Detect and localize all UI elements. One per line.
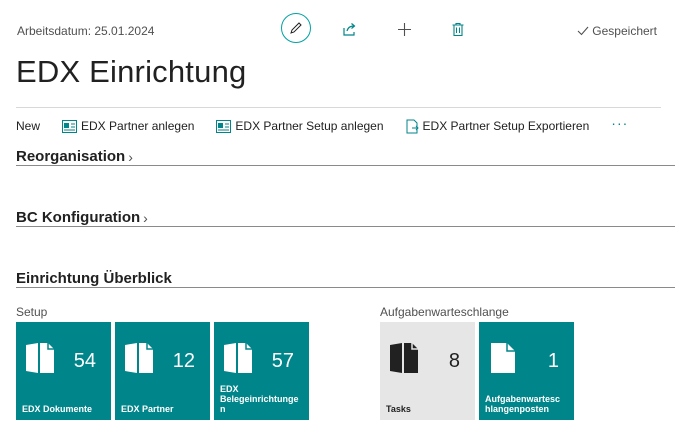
section-einrichtung-ueberblick-title: Einrichtung Überblick bbox=[16, 270, 172, 287]
partner-anlegen-label: EDX Partner anlegen bbox=[81, 119, 195, 133]
work-date[interactable]: Arbeitsdatum: 25.01.2024 bbox=[17, 24, 154, 38]
delete-button[interactable] bbox=[447, 18, 469, 40]
section-reorganisation[interactable]: Reorganisation › bbox=[16, 143, 675, 166]
document-icon bbox=[491, 343, 515, 373]
new-card-icon bbox=[62, 119, 78, 133]
add-button[interactable] bbox=[393, 18, 415, 40]
section-bc-konfiguration-title: BC Konfiguration bbox=[16, 209, 141, 226]
documents-icon bbox=[26, 343, 54, 373]
edit-button[interactable] bbox=[281, 13, 311, 43]
partner-setup-anlegen-action[interactable]: EDX Partner Setup anlegen bbox=[216, 119, 384, 133]
share-icon bbox=[342, 22, 355, 36]
group-setup-label: Setup bbox=[16, 305, 48, 319]
new-action[interactable]: New bbox=[16, 119, 40, 133]
tile-label: Tasks bbox=[386, 404, 411, 414]
tile-value: 54 bbox=[73, 350, 96, 372]
pencil-icon bbox=[290, 22, 302, 34]
tile-edx-dokumente[interactable]: 54 EDX Dokumente bbox=[16, 322, 111, 420]
tile-tasks[interactable]: 8 Tasks bbox=[380, 322, 475, 420]
section-einrichtung-ueberblick[interactable]: Einrichtung Überblick bbox=[16, 265, 675, 288]
page-title: EDX Einrichtung bbox=[16, 54, 247, 89]
checkmark-icon bbox=[577, 26, 589, 36]
save-status: Gespeichert bbox=[577, 24, 657, 38]
tile-label: EDX Dokumente bbox=[22, 404, 93, 414]
action-bar: New EDX Partner anlegen EDX Partner Setu… bbox=[16, 107, 661, 144]
documents-icon bbox=[224, 343, 252, 373]
tile-label: EDX Belegeinrichtunge n bbox=[220, 384, 299, 414]
documents-icon bbox=[390, 343, 418, 373]
tile-label: Aufgabenwartesc hlangenposten bbox=[485, 394, 561, 414]
tile-edx-partner[interactable]: 12 EDX Partner bbox=[115, 322, 210, 420]
trash-icon bbox=[452, 22, 464, 36]
more-actions-button[interactable]: ··· bbox=[611, 115, 628, 131]
new-label: New bbox=[16, 119, 41, 133]
chevron-right-icon: › bbox=[143, 210, 148, 226]
tile-value: 12 bbox=[172, 350, 195, 372]
partner-setup-anlegen-label: EDX Partner Setup anlegen bbox=[235, 119, 384, 133]
top-bar: Arbeitsdatum: 25.01.2024 Gespeichert bbox=[0, 0, 675, 60]
partner-anlegen-action[interactable]: EDX Partner anlegen bbox=[62, 119, 194, 133]
documents-icon bbox=[125, 343, 153, 373]
tile-value: 57 bbox=[271, 350, 294, 372]
partner-setup-export-label: EDX Partner Setup Exportieren bbox=[422, 119, 590, 133]
tile-value: 8 bbox=[448, 350, 460, 372]
new-card-icon bbox=[216, 119, 232, 133]
tile-label: EDX Partner bbox=[121, 404, 174, 414]
tile-edx-belegeinrichtungen[interactable]: 57 EDX Belegeinrichtunge n bbox=[214, 322, 309, 420]
plus-icon bbox=[397, 22, 411, 36]
chevron-right-icon: › bbox=[128, 149, 133, 165]
group-queue-label: Aufgabenwarteschlange bbox=[380, 305, 509, 319]
saved-label: Gespeichert bbox=[592, 24, 657, 38]
section-bc-konfiguration[interactable]: BC Konfiguration › bbox=[16, 204, 675, 227]
tile-value: 1 bbox=[547, 350, 559, 372]
share-button[interactable] bbox=[338, 18, 360, 40]
export-document-icon bbox=[406, 119, 419, 133]
section-reorganisation-title: Reorganisation bbox=[16, 148, 126, 165]
partner-setup-export-action[interactable]: EDX Partner Setup Exportieren bbox=[406, 119, 590, 134]
tile-aufgabenwarteschlangenposten[interactable]: 1 Aufgabenwartesc hlangenposten bbox=[479, 322, 574, 420]
